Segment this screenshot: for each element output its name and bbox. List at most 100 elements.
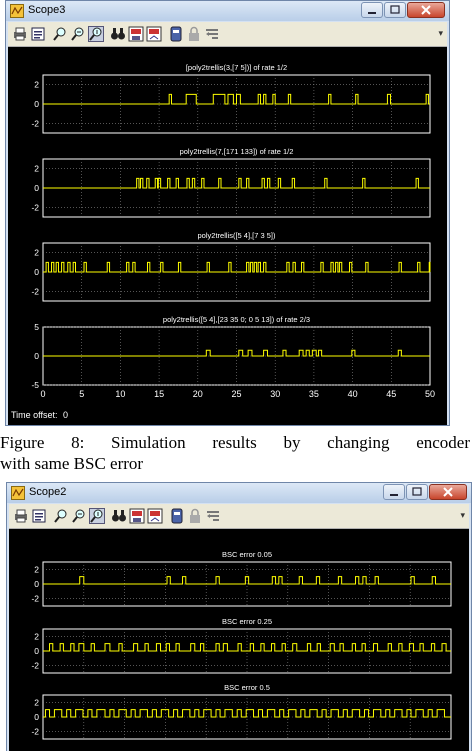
- figure-caption: Figure 8: Simulation results by changing…: [0, 432, 474, 474]
- scope3-toolbar: ▾: [8, 22, 447, 47]
- y-tick-label: -2: [31, 286, 39, 296]
- x-tick-label: 0: [40, 389, 45, 399]
- minimize-button[interactable]: [383, 484, 405, 500]
- scope3-plots: [poly2trellis(3,[7 5])] of rate 1/220-2p…: [31, 63, 435, 399]
- plot-title: BSC error 0.5: [224, 683, 270, 692]
- y-tick-label: 5: [34, 322, 39, 332]
- close-icon: [421, 5, 431, 15]
- binoculars-icon[interactable]: [111, 508, 127, 524]
- y-tick-label: -2: [31, 118, 39, 128]
- y-tick-label: -5: [31, 380, 39, 390]
- caption-line-1: Figure 8: Simulation results by changing…: [0, 433, 470, 452]
- minimize-icon: [390, 494, 398, 496]
- x-tick-label: 20: [193, 389, 203, 399]
- plot-title: BSC error 0.05: [222, 550, 272, 559]
- x-tick-label: 15: [154, 389, 164, 399]
- scope-axes: poly2trellis([5 4],[23 35 0; 0 5 13]) of…: [31, 315, 431, 390]
- y-tick-label: -2: [31, 661, 39, 671]
- save-axes-icon[interactable]: [128, 26, 144, 42]
- maximize-icon: [390, 5, 400, 14]
- scope2-plots: BSC error 0.0520-2BSC error 0.2520-2BSC …: [31, 550, 452, 740]
- minimize-button[interactable]: [361, 2, 383, 18]
- zoom-y-icon[interactable]: [89, 508, 105, 524]
- y-tick-label: 0: [34, 579, 39, 589]
- print-icon[interactable]: [12, 26, 28, 42]
- close-button[interactable]: [407, 2, 445, 18]
- scope3-titlebar[interactable]: Scope3: [6, 1, 449, 21]
- y-tick-label: 0: [34, 183, 39, 193]
- scope-axes: poly2trellis(7,[171 133]) of rate 1/2 2 0 -…: [31, 147, 431, 218]
- y-tick-label: 2: [34, 697, 39, 707]
- y-tick-label: -2: [31, 727, 39, 737]
- y-tick-label: -2: [31, 202, 39, 212]
- close-button[interactable]: [429, 484, 467, 500]
- save-axes-icon[interactable]: [129, 508, 145, 524]
- toolbar-overflow-icon[interactable]: ▾: [460, 510, 465, 521]
- maximize-icon: [412, 487, 422, 496]
- scope-axes: [poly2trellis(3,[7 5])] of rate 1/2 2 0 -2: [31, 63, 431, 134]
- maximize-button[interactable]: [384, 2, 406, 18]
- restore-axes-icon[interactable]: [146, 26, 162, 42]
- signal-select-icon[interactable]: [205, 508, 221, 524]
- plot-title: poly2trellis(7,[171 133]) of rate 1/2: [180, 147, 294, 156]
- scope-axes: BSC error 0.5 2 0 -2: [31, 683, 452, 740]
- y-tick-label: 2: [34, 631, 39, 641]
- y-tick-label: 0: [34, 712, 39, 722]
- scope2-plot-area: BSC error 0.05 2 0 -2 BSC error 0.25 2 0 -2 BSC …: [9, 529, 469, 751]
- binoculars-icon[interactable]: [110, 26, 126, 42]
- plot-title: poly2trellis([5 4],[23 35 0; 0 5 13]) of…: [163, 315, 310, 324]
- x-tick-label: 25: [231, 389, 241, 399]
- scope-axes: BSC error 0.25 2 0 -2: [31, 617, 452, 674]
- floating-icon[interactable]: [169, 508, 185, 524]
- caption-line-2: with same BSC error: [0, 454, 144, 473]
- close-icon: [443, 487, 453, 497]
- lock-icon[interactable]: [187, 508, 203, 524]
- time-offset-value: 0: [63, 410, 69, 420]
- x-tick-label: 40: [348, 389, 358, 399]
- scope-axes: poly2trellis([5 4],[7 3 5]) 2 0 -2: [31, 231, 431, 302]
- x-tick-label: 30: [270, 389, 280, 399]
- y-tick-label: 2: [34, 164, 39, 174]
- scope3-window: Scope3 ▾ [poly2trellis(3,[7 5])] of rate…: [5, 0, 450, 426]
- y-tick-label: 0: [34, 646, 39, 656]
- y-tick-label: 0: [34, 351, 39, 361]
- scope2-titlebar[interactable]: Scope2: [7, 483, 471, 503]
- scope2-window: Scope2 ▾ BSC error 0.05 2 0 -2 BSC error 0.2…: [6, 482, 472, 751]
- x-tick-label: 35: [309, 389, 319, 399]
- y-tick-label: 0: [34, 267, 39, 277]
- plot-title: [poly2trellis(3,[7 5])] of rate 1/2: [186, 63, 287, 72]
- maximize-button[interactable]: [406, 484, 428, 500]
- params-icon[interactable]: [31, 508, 47, 524]
- zoom-y-icon[interactable]: [88, 26, 104, 42]
- scope-axes: BSC error 0.05 2 0 -2: [31, 550, 452, 607]
- plot-title: poly2trellis([5 4],[7 3 5]): [198, 231, 276, 240]
- y-tick-label: -2: [31, 594, 39, 604]
- time-offset-label: Time offset:: [11, 410, 58, 420]
- x-tick-label: 50: [425, 389, 435, 399]
- x-tick-label: 5: [79, 389, 84, 399]
- x-tick-label: 45: [386, 389, 396, 399]
- print-icon[interactable]: [13, 508, 29, 524]
- scope3-plot-area: [poly2trellis(3,[7 5])] of rate 1/2 2 0 -2 p…: [8, 47, 447, 425]
- scope-app-icon: [11, 486, 25, 500]
- x-tick-label: 10: [115, 389, 125, 399]
- params-icon[interactable]: [30, 26, 46, 42]
- y-tick-label: 0: [34, 99, 39, 109]
- window-title: Scope2: [29, 486, 67, 498]
- minimize-icon: [368, 12, 376, 14]
- plot-title: BSC error 0.25: [222, 617, 272, 626]
- toolbar-overflow-icon[interactable]: ▾: [438, 28, 443, 39]
- zoom-x-icon[interactable]: [70, 26, 86, 42]
- floating-icon[interactable]: [168, 26, 184, 42]
- scope-app-icon: [10, 4, 24, 18]
- zoom-icon[interactable]: [52, 26, 68, 42]
- y-tick-label: 2: [34, 564, 39, 574]
- y-tick-label: 2: [34, 248, 39, 258]
- scope2-toolbar: ▾: [9, 504, 469, 529]
- signal-select-icon[interactable]: [204, 26, 220, 42]
- window-title: Scope3: [28, 4, 66, 16]
- restore-axes-icon[interactable]: [147, 508, 163, 524]
- lock-icon[interactable]: [186, 26, 202, 42]
- zoom-icon[interactable]: [53, 508, 69, 524]
- zoom-x-icon[interactable]: [71, 508, 87, 524]
